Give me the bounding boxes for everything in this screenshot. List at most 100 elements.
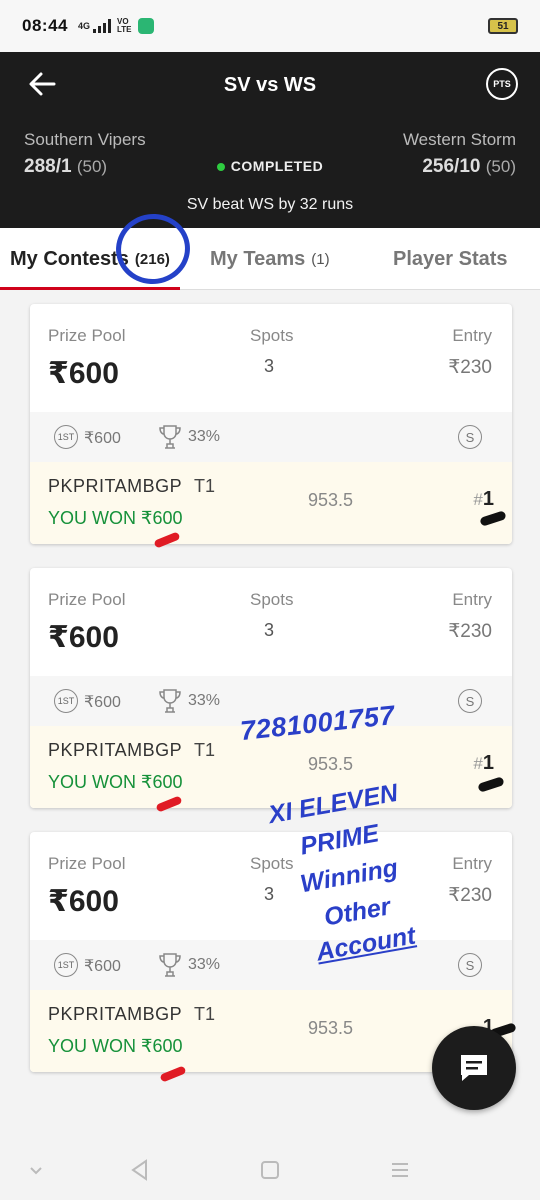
team-right-overs: (50) [485,157,516,176]
contest-card[interactable]: Prize Pool Spots Entry ₹600 3 ₹230 1ST ₹… [30,304,512,544]
team-rank: #1 [473,488,494,511]
tab-my-teams[interactable]: My Teams (1) [210,228,330,290]
nav-back-icon[interactable] [126,1156,154,1184]
spots-label: Spots [250,326,294,345]
app-notification-icon [137,18,154,34]
spots-value: 3 [264,620,275,640]
system-nav-bar [0,1140,540,1200]
spots-value: 3 [264,884,275,904]
entry-label: Entry [452,590,492,609]
prize-pool-value: ₹600 [48,357,119,390]
prize-pool-label: Prize Pool [48,854,126,873]
points-icon[interactable]: PTS [486,68,518,100]
tab-player-stats-label: Player Stats [393,247,508,270]
single-entry-icon: S [458,425,482,449]
match-header: SV vs WS PTS Southern Vipers 288/1 (50) … [0,52,540,228]
team-name: T1 [194,1004,216,1024]
match-result: SV beat WS by 32 runs [186,196,354,213]
trophy-icon [159,953,181,977]
tab-bar: My Contests (216) My Teams (1) Player Stat… [0,228,540,290]
team-left-name: Southern Vipers [24,130,146,149]
single-entry-badge: S [465,429,475,445]
tab-my-contests-label: My Contests [10,247,129,270]
team-right-score-line: 256/10 (50) [403,156,516,178]
signal-icon [93,19,111,33]
team-name: T1 [194,740,216,760]
first-prize-amount: ₹600 [84,958,121,975]
status-time: 08:44 [22,16,68,35]
match-status-text: COMPLETED [230,158,324,174]
first-prize-badge: 1ST [57,696,75,706]
team-right-score: 256/10 [422,156,481,177]
spots-label: Spots [250,854,294,873]
rank-prefix: # [473,754,483,773]
network-type: 4G [77,20,90,31]
prize-pool-label: Prize Pool [48,326,126,345]
first-prize-badge: 1ST [57,960,75,970]
points-icon-label: PTS [493,79,511,89]
trophy-icon [159,689,181,713]
chat-button[interactable] [432,1026,516,1110]
entry-label: Entry [452,854,492,873]
win-percentage: 33% [188,692,221,709]
entry-value: ₹230 [448,621,492,642]
winning-text: YOU WON ₹600 [48,508,183,528]
team-rank: #1 [473,752,494,775]
chat-icon [461,1055,487,1081]
joined-team-row[interactable]: PKPRITAMBGP T1 YOU WON ₹600 953.5 #1 [30,462,512,544]
rank-prefix: # [473,490,483,509]
entry-value: ₹230 [448,357,492,378]
rank-value: 1 [482,488,494,510]
chevron-down-icon[interactable] [22,1156,50,1184]
volte-bottom: LTE [117,25,132,34]
contest-card[interactable]: Prize Pool Spots Entry ₹600 3 ₹230 1ST ₹… [30,832,512,1072]
prize-pool-label: Prize Pool [48,590,126,609]
team-name: T1 [194,476,216,496]
username: PKPRITAMBGP [48,476,183,496]
winning-text: YOU WON ₹600 [48,1036,183,1056]
tab-player-stats[interactable]: Player Stats [393,228,508,290]
tab-my-teams-count: (1) [311,250,330,268]
entry-label: Entry [452,326,492,345]
team-right: Western Storm 256/10 (50) [403,130,516,178]
spots-value: 3 [264,356,275,376]
first-prize-icon: 1ST [54,953,78,977]
tab-my-teams-label: My Teams [210,247,306,270]
battery-icon: 51 [488,18,518,34]
team-right-name: Western Storm [402,130,516,149]
contest-info-bar: 1ST ₹600 33% S [30,412,512,462]
team-points: 953.5 [308,490,354,510]
rank-value: 1 [482,752,494,774]
prize-pool-value: ₹600 [48,621,119,654]
first-prize-amount: ₹600 [84,430,121,447]
status-bar: 08:44 4G VO LTE 51 [0,0,540,52]
team-points: 953.5 [308,754,354,774]
nav-home-icon[interactable] [256,1156,284,1184]
username: PKPRITAMBGP [48,740,183,760]
single-entry-badge: S [465,693,475,709]
entry-value: ₹230 [448,885,492,906]
battery-level: 51 [497,20,509,32]
first-prize-amount: ₹600 [84,694,121,711]
single-entry-icon: S [458,953,482,977]
contest-info-bar: 1ST ₹600 33% S [30,940,512,990]
nav-menu-icon[interactable] [386,1156,414,1184]
contest-card[interactable]: Prize Pool Spots Entry ₹600 3 ₹230 1ST ₹… [30,568,512,808]
volte-indicator: VO LTE [117,18,132,34]
first-prize-icon: 1ST [54,425,78,449]
first-prize-icon: 1ST [54,689,78,713]
spots-label: Spots [250,590,294,609]
trophy-icon [159,425,181,449]
single-entry-badge: S [465,957,475,973]
win-percentage: 33% [188,428,221,445]
team-points: 953.5 [308,1018,354,1038]
status-dot-icon [216,163,225,172]
win-percentage: 33% [188,956,221,973]
prize-pool-value: ₹600 [48,885,119,918]
page-title: SV vs WS [223,74,317,96]
username: PKPRITAMBGP [48,1004,183,1024]
single-entry-icon: S [458,689,482,713]
winning-text: YOU WON ₹600 [48,772,183,792]
first-prize-badge: 1ST [57,432,75,442]
active-tab-indicator [0,287,180,290]
